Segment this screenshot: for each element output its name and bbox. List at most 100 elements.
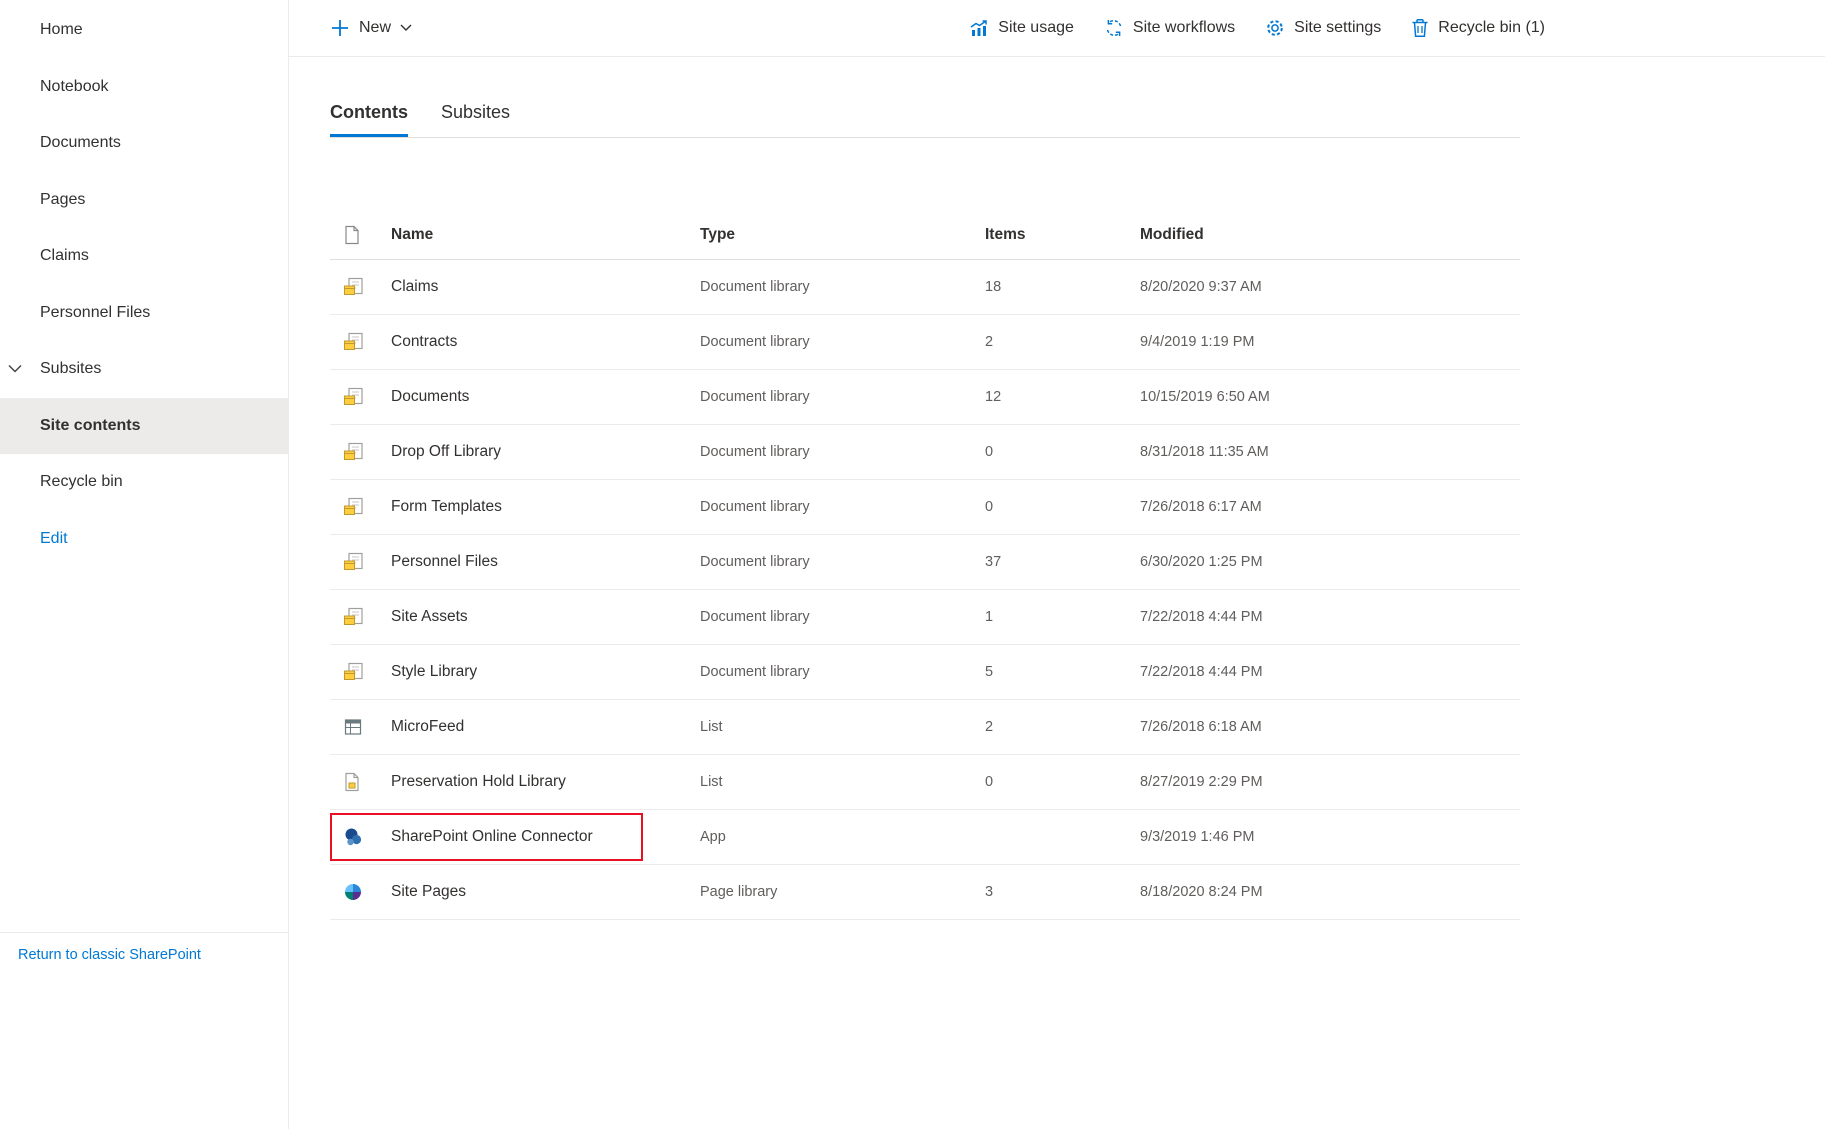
document-library-icon <box>343 442 365 462</box>
item-type: Document library <box>700 609 985 625</box>
document-library-icon <box>343 497 365 517</box>
column-header-type[interactable]: Type <box>700 226 985 244</box>
item-type: Document library <box>700 554 985 570</box>
sidebar-item-edit[interactable]: Edit <box>0 511 288 568</box>
sidebar-nav: Home Notebook Documents Pages Claims Per… <box>0 0 288 567</box>
sidebar-item-label: Recycle bin <box>40 473 123 491</box>
sidebar-item-documents[interactable]: Documents <box>0 115 288 172</box>
site-usage-label: Site usage <box>998 19 1074 37</box>
return-to-classic-link[interactable]: Return to classic SharePoint <box>18 947 201 963</box>
item-count: 18 <box>985 279 1140 295</box>
gear-icon <box>1265 18 1285 38</box>
item-name[interactable]: SharePoint Online Connector <box>391 828 700 846</box>
content-area: Contents Subsites Name Type Items Modifi… <box>289 102 1825 920</box>
sidebar-item-label: Pages <box>40 191 85 209</box>
table-row[interactable]: Contracts Document library 2 9/4/2019 1:… <box>330 315 1520 370</box>
table-row[interactable]: Personnel Files Document library 37 6/30… <box>330 535 1520 590</box>
item-modified: 8/20/2020 9:37 AM <box>1140 279 1520 295</box>
item-name[interactable]: Drop Off Library <box>391 443 700 461</box>
item-name[interactable]: Personnel Files <box>391 553 700 571</box>
sidebar-item-label: Home <box>40 21 83 39</box>
item-modified: 7/26/2018 6:18 AM <box>1140 719 1520 735</box>
item-type: Document library <box>700 334 985 350</box>
sharepoint-app-icon <box>343 827 363 847</box>
table-row[interactable]: Preservation Hold Library List 0 8/27/20… <box>330 755 1520 810</box>
item-count: 3 <box>985 884 1140 900</box>
item-type: Document library <box>700 664 985 680</box>
item-modified: 9/4/2019 1:19 PM <box>1140 334 1520 350</box>
sidebar-item-recycle-bin[interactable]: Recycle bin <box>0 454 288 511</box>
trash-icon <box>1411 18 1429 38</box>
sidebar-item-label: Documents <box>40 134 121 152</box>
sidebar-item-pages[interactable]: Pages <box>0 172 288 229</box>
item-count: 2 <box>985 334 1140 350</box>
item-name[interactable]: Claims <box>391 278 700 296</box>
table-row[interactable]: Style Library Document library 5 7/22/20… <box>330 645 1520 700</box>
item-type: App <box>700 829 985 845</box>
site-settings-label: Site settings <box>1294 19 1381 37</box>
item-count: 0 <box>985 444 1140 460</box>
item-modified: 8/31/2018 11:35 AM <box>1140 444 1520 460</box>
table-row[interactable]: Drop Off Library Document library 0 8/31… <box>330 425 1520 480</box>
document-icon <box>343 772 361 792</box>
item-modified: 9/3/2019 1:46 PM <box>1140 829 1520 845</box>
item-count: 1 <box>985 609 1140 625</box>
item-modified: 7/22/2018 4:44 PM <box>1140 609 1520 625</box>
item-name[interactable]: Site Pages <box>391 883 700 901</box>
document-library-icon <box>343 552 365 572</box>
sidebar-item-personnel-files[interactable]: Personnel Files <box>0 285 288 342</box>
chevron-down-icon <box>400 24 412 32</box>
recycle-bin-button[interactable]: Recycle bin (1) <box>1411 18 1545 38</box>
new-button-label: New <box>359 19 391 37</box>
item-count: 12 <box>985 389 1140 405</box>
table-row[interactable]: Site Assets Document library 1 7/22/2018… <box>330 590 1520 645</box>
item-name[interactable]: MicroFeed <box>391 718 700 736</box>
item-count: 0 <box>985 499 1140 515</box>
page-icon <box>343 225 361 245</box>
plus-icon <box>330 18 350 38</box>
sidebar-item-label: Notebook <box>40 78 109 96</box>
table-row[interactable]: SharePoint Online Connector App 9/3/2019… <box>330 810 1520 865</box>
document-library-icon <box>343 277 365 297</box>
item-type: List <box>700 774 985 790</box>
tab-contents[interactable]: Contents <box>330 102 408 137</box>
table-body: Claims Document library 18 8/20/2020 9:3… <box>330 260 1520 920</box>
item-count: 2 <box>985 719 1140 735</box>
item-name[interactable]: Documents <box>391 388 700 406</box>
sidebar-item-home[interactable]: Home <box>0 2 288 59</box>
item-name[interactable]: Style Library <box>391 663 700 681</box>
list-icon <box>343 717 363 737</box>
tab-subsites[interactable]: Subsites <box>441 102 510 137</box>
column-header-modified[interactable]: Modified <box>1140 226 1520 244</box>
table-row[interactable]: Claims Document library 18 8/20/2020 9:3… <box>330 260 1520 315</box>
item-modified: 7/26/2018 6:17 AM <box>1140 499 1520 515</box>
item-name[interactable]: Form Templates <box>391 498 700 516</box>
table-row[interactable]: Documents Document library 12 10/15/2019… <box>330 370 1520 425</box>
site-contents-table: Name Type Items Modified Claims Document… <box>330 210 1520 920</box>
table-row[interactable]: MicroFeed List 2 7/26/2018 6:18 AM <box>330 700 1520 755</box>
site-usage-button[interactable]: Site usage <box>969 18 1074 38</box>
sidebar-item-notebook[interactable]: Notebook <box>0 59 288 116</box>
document-library-icon <box>343 607 365 627</box>
table-row[interactable]: Form Templates Document library 0 7/26/2… <box>330 480 1520 535</box>
site-workflows-label: Site workflows <box>1133 19 1235 37</box>
page-library-icon <box>343 882 363 902</box>
column-header-items[interactable]: Items <box>985 226 1140 244</box>
sidebar-item-claims[interactable]: Claims <box>0 228 288 285</box>
command-bar: New Site usage <box>289 0 1825 57</box>
site-workflows-button[interactable]: Site workflows <box>1104 18 1235 38</box>
item-modified: 10/15/2019 6:50 AM <box>1140 389 1520 405</box>
item-name[interactable]: Contracts <box>391 333 700 351</box>
item-type: Document library <box>700 444 985 460</box>
site-settings-button[interactable]: Site settings <box>1265 18 1381 38</box>
sidebar-item-subsites[interactable]: Subsites <box>0 341 288 398</box>
item-name[interactable]: Site Assets <box>391 608 700 626</box>
new-button[interactable]: New <box>330 18 412 38</box>
main-area: New Site usage <box>289 0 1825 1129</box>
chevron-down-icon[interactable] <box>8 365 22 374</box>
table-row[interactable]: Site Pages Page library 3 8/18/2020 8:24… <box>330 865 1520 920</box>
sidebar-item-site-contents[interactable]: Site contents <box>0 398 288 455</box>
column-header-name[interactable]: Name <box>391 226 700 244</box>
item-modified: 8/27/2019 2:29 PM <box>1140 774 1520 790</box>
item-name[interactable]: Preservation Hold Library <box>391 773 700 791</box>
